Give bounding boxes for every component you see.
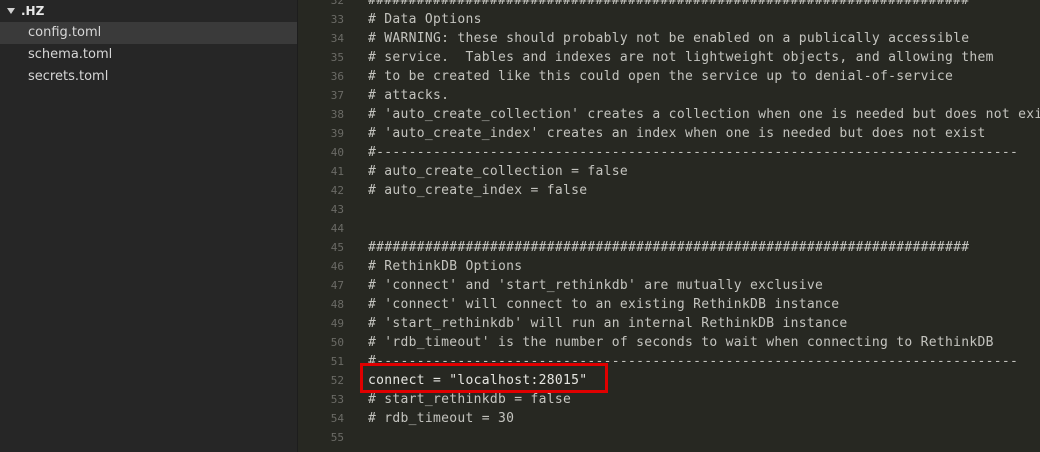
line-text: connect = "localhost:28015" <box>368 373 588 388</box>
code-line[interactable]: 46 # RethinkDB Options <box>298 257 1040 276</box>
line-text: ########################################… <box>368 0 970 8</box>
line-number: 54 <box>330 412 344 425</box>
line-number: 47 <box>330 279 344 292</box>
line-number: 43 <box>330 203 344 216</box>
line-text: # start_rethinkdb = false <box>368 392 572 407</box>
file-item-schema[interactable]: schema.toml <box>0 44 297 66</box>
line-number: 37 <box>330 89 344 102</box>
line-number: 44 <box>330 222 344 235</box>
code-line[interactable]: 36 # to be created like this could open t… <box>298 67 1040 86</box>
line-text: # to be created like this could open the… <box>368 69 954 84</box>
code-line[interactable]: 55 <box>298 428 1040 447</box>
line-text: #---------------------------------------… <box>368 145 1019 160</box>
line-number: 39 <box>330 127 344 140</box>
line-number: 52 <box>330 374 344 387</box>
code-line[interactable]: 50 # 'rdb_timeout' is the number of secon… <box>298 333 1040 352</box>
line-text: # 'auto_create_index' creates an index w… <box>368 126 986 141</box>
code-lines: 32 ######################################… <box>298 0 1040 447</box>
folder-row[interactable]: .HZ <box>0 0 297 22</box>
code-line[interactable]: 43 <box>298 200 1040 219</box>
line-text: # 'start_rethinkdb' will run an internal… <box>368 316 848 331</box>
line-text: # auto_create_collection = false <box>368 164 629 179</box>
line-number: 35 <box>330 51 344 64</box>
code-line[interactable]: 44 <box>298 219 1040 238</box>
line-text: # attacks. <box>368 88 450 103</box>
line-text: # 'connect' will connect to an existing … <box>368 297 840 312</box>
file-item-secrets[interactable]: secrets.toml <box>0 66 297 88</box>
code-line[interactable]: 51 #-------------------------------------… <box>298 352 1040 371</box>
line-text: # Data Options <box>368 12 482 27</box>
code-line[interactable]: 40 #-------------------------------------… <box>298 143 1040 162</box>
editor-window: .HZ config.toml schema.toml secrets.toml… <box>0 0 1040 452</box>
code-editor[interactable]: 32 ######################################… <box>298 0 1040 452</box>
line-number: 33 <box>330 13 344 26</box>
line-text: # 'connect' and 'start_rethinkdb' are mu… <box>368 278 824 293</box>
line-text: ########################################… <box>368 240 970 255</box>
line-text: # auto_create_index = false <box>368 183 588 198</box>
line-number: 34 <box>330 32 344 45</box>
line-number: 49 <box>330 317 344 330</box>
code-line[interactable]: 47 # 'connect' and 'start_rethinkdb' are … <box>298 276 1040 295</box>
line-text: # 'rdb_timeout' is the number of seconds… <box>368 335 994 350</box>
code-line[interactable]: 53 # start_rethinkdb = false <box>298 390 1040 409</box>
code-line[interactable]: 34 # WARNING: these should probably not b… <box>298 29 1040 48</box>
line-text: # WARNING: these should probably not be … <box>368 31 970 46</box>
code-line[interactable]: 38 # 'auto_create_collection' creates a c… <box>298 105 1040 124</box>
code-line[interactable]: 52 connect = "localhost:28015" <box>298 371 1040 390</box>
line-number: 38 <box>330 108 344 121</box>
line-text: # service. Tables and indexes are not li… <box>368 50 994 65</box>
code-line[interactable]: 32 ######################################… <box>298 0 1040 10</box>
code-line[interactable]: 45 ######################################… <box>298 238 1040 257</box>
code-line[interactable]: 35 # service. Tables and indexes are not … <box>298 48 1040 67</box>
code-line[interactable]: 42 # auto_create_index = false <box>298 181 1040 200</box>
line-number: 45 <box>330 241 344 254</box>
line-number: 51 <box>330 355 344 368</box>
expand-arrow-icon[interactable] <box>7 8 15 14</box>
folder-name: .HZ <box>21 4 45 18</box>
code-line[interactable]: 48 # 'connect' will connect to an existin… <box>298 295 1040 314</box>
code-line[interactable]: 33 # Data Options <box>298 10 1040 29</box>
line-number: 41 <box>330 165 344 178</box>
line-number: 36 <box>330 70 344 83</box>
code-line[interactable]: 54 # rdb_timeout = 30 <box>298 409 1040 428</box>
line-number: 55 <box>330 431 344 444</box>
line-text: # rdb_timeout = 30 <box>368 411 515 426</box>
line-number: 32 <box>330 0 344 7</box>
line-number: 40 <box>330 146 344 159</box>
line-text: #---------------------------------------… <box>368 354 1019 369</box>
code-line[interactable]: 49 # 'start_rethinkdb' will run an intern… <box>298 314 1040 333</box>
line-text: # RethinkDB Options <box>368 259 523 274</box>
line-number: 48 <box>330 298 344 311</box>
code-line[interactable]: 37 # attacks. <box>298 86 1040 105</box>
file-item-config[interactable]: config.toml <box>0 22 297 44</box>
line-number: 42 <box>330 184 344 197</box>
line-number: 53 <box>330 393 344 406</box>
code-line[interactable]: 41 # auto_create_collection = false <box>298 162 1040 181</box>
line-number: 50 <box>330 336 344 349</box>
line-text: # 'auto_create_collection' creates a col… <box>368 107 1040 122</box>
code-line[interactable]: 39 # 'auto_create_index' creates an index… <box>298 124 1040 143</box>
file-sidebar: .HZ config.toml schema.toml secrets.toml <box>0 0 298 452</box>
line-number: 46 <box>330 260 344 273</box>
